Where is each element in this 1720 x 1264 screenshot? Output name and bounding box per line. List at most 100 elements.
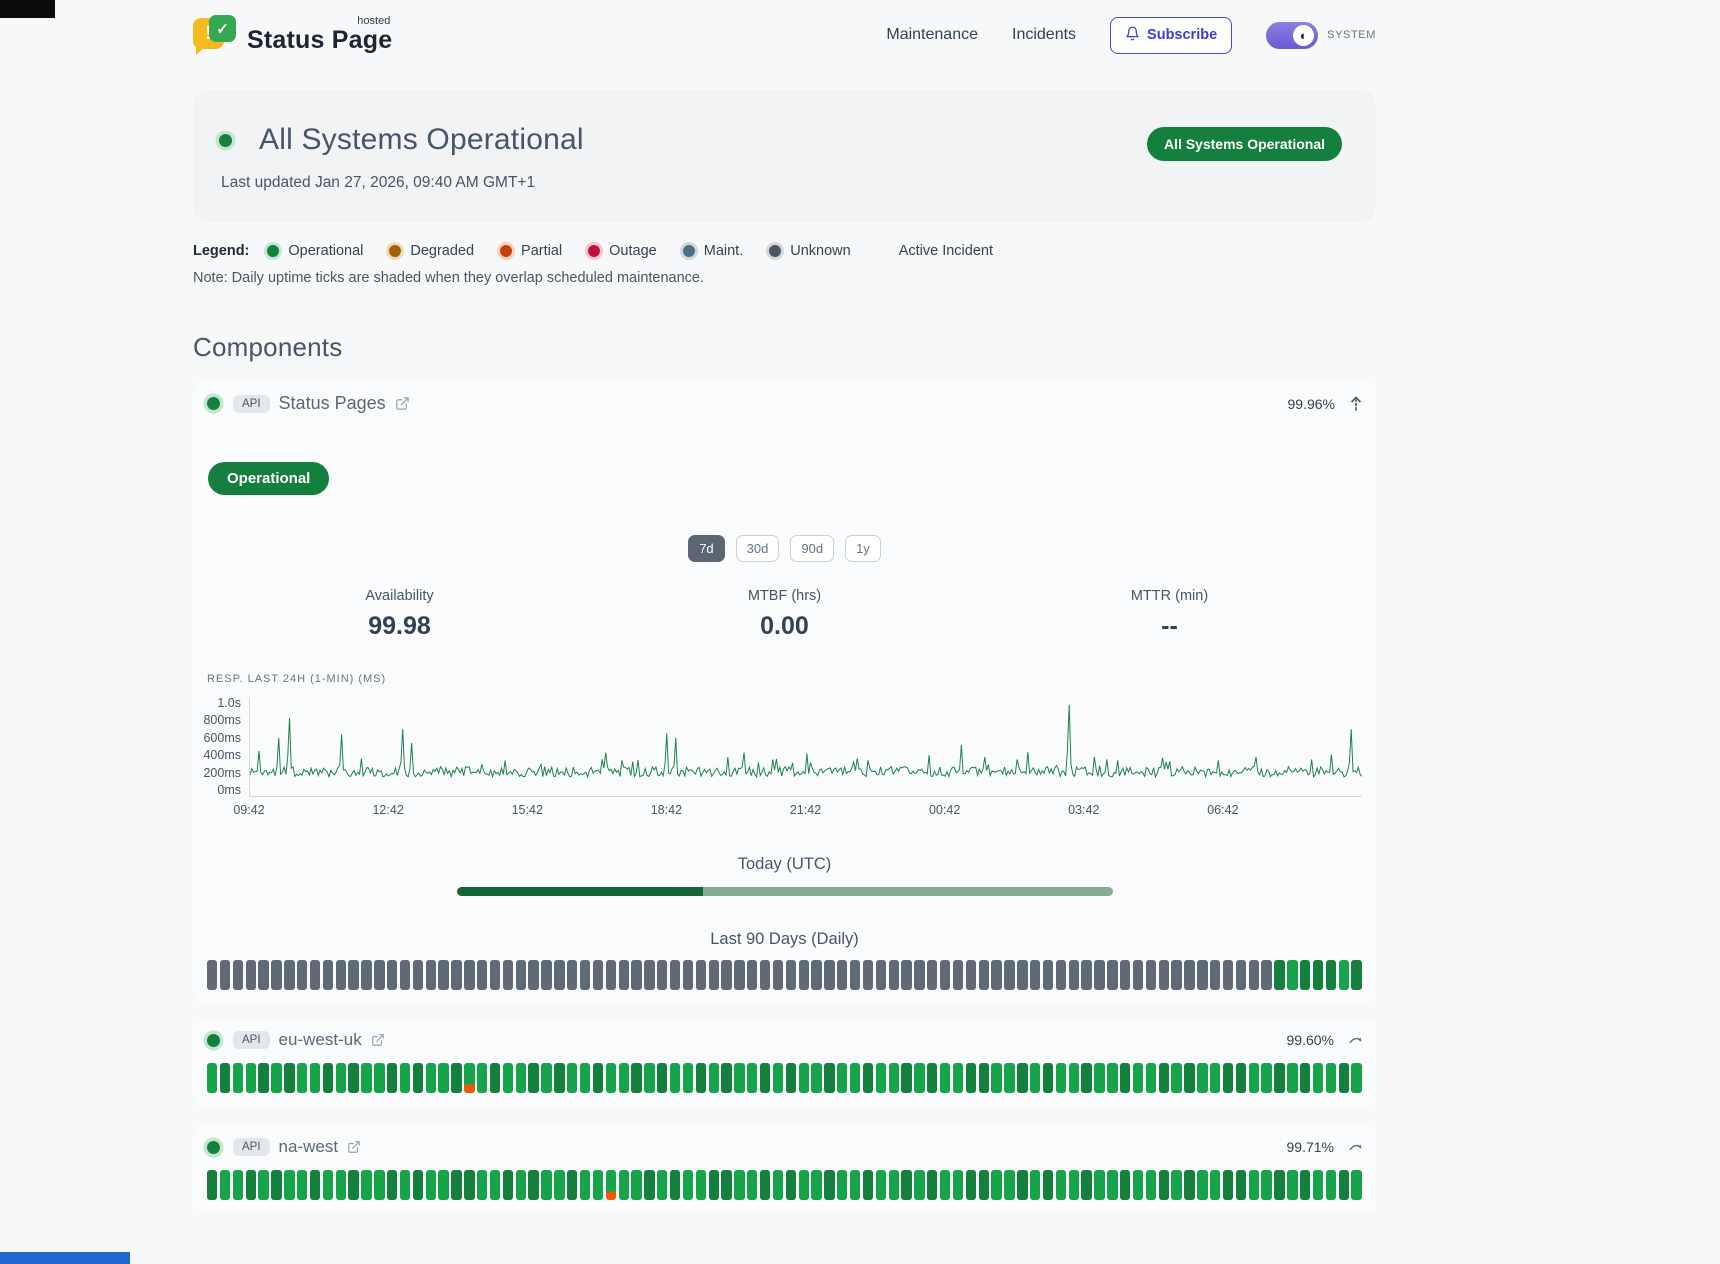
uptime-tick[interactable]	[1120, 1170, 1130, 1200]
uptime-tick[interactable]	[1017, 1063, 1027, 1093]
uptime-tick[interactable]	[657, 960, 667, 990]
uptime-tick[interactable]	[246, 1063, 256, 1093]
uptime-tick[interactable]	[1210, 1063, 1220, 1093]
uptime-tick[interactable]	[1236, 1063, 1246, 1093]
uptime-tick[interactable]	[1184, 1170, 1194, 1200]
uptime-tick[interactable]	[1017, 1170, 1027, 1200]
uptime-tick[interactable]	[1339, 1063, 1349, 1093]
uptime-tick[interactable]	[310, 960, 320, 990]
uptime-tick[interactable]	[1313, 1063, 1323, 1093]
uptime-tick[interactable]	[464, 1063, 474, 1093]
uptime-tick[interactable]	[1107, 1170, 1117, 1200]
uptime-tick[interactable]	[824, 960, 834, 990]
uptime-tick[interactable]	[760, 1170, 770, 1200]
uptime-tick[interactable]	[709, 1063, 719, 1093]
uptime-tick[interactable]	[477, 1063, 487, 1093]
uptime-tick[interactable]	[220, 960, 230, 990]
uptime-tick[interactable]	[670, 1063, 680, 1093]
uptime-tick[interactable]	[953, 1063, 963, 1093]
uptime-tick[interactable]	[503, 1170, 513, 1200]
logo[interactable]: ! ✓ hosted Status Page	[193, 15, 392, 55]
uptime-tick[interactable]	[991, 1170, 1001, 1200]
uptime-tick[interactable]	[644, 1063, 654, 1093]
uptime-tick[interactable]	[387, 1170, 397, 1200]
uptime-tick[interactable]	[1339, 1170, 1349, 1200]
uptime-tick[interactable]	[528, 1170, 538, 1200]
uptime-tick[interactable]	[1056, 1170, 1066, 1200]
uptime-tick[interactable]	[1069, 960, 1079, 990]
uptime-tick[interactable]	[271, 1063, 281, 1093]
uptime-tick[interactable]	[1223, 1170, 1233, 1200]
uptime-tick[interactable]	[528, 1063, 538, 1093]
uptime-tick[interactable]	[516, 960, 526, 990]
uptime-tick[interactable]	[799, 1063, 809, 1093]
uptime-tick[interactable]	[1261, 960, 1271, 990]
uptime-tick[interactable]	[631, 960, 641, 990]
expand-arrow-icon[interactable]	[1349, 1035, 1362, 1045]
uptime-tick[interactable]	[207, 960, 217, 990]
uptime-tick[interactable]	[297, 960, 307, 990]
uptime-tick[interactable]	[1210, 960, 1220, 990]
uptime-tick[interactable]	[220, 1063, 230, 1093]
uptime-tick[interactable]	[683, 960, 693, 990]
uptime-tick[interactable]	[1236, 1170, 1246, 1200]
collapse-arrow-icon[interactable]	[1350, 396, 1362, 411]
uptime-tick[interactable]	[284, 960, 294, 990]
uptime-tick[interactable]	[657, 1063, 667, 1093]
uptime-tick[interactable]	[966, 960, 976, 990]
uptime-tick[interactable]	[258, 960, 268, 990]
uptime-tick[interactable]	[258, 1063, 268, 1093]
uptime-tick[interactable]	[567, 1170, 577, 1200]
uptime-tick[interactable]	[786, 960, 796, 990]
uptime-tick[interactable]	[1313, 960, 1323, 990]
uptime-tick[interactable]	[374, 1063, 384, 1093]
uptime-tick[interactable]	[567, 1063, 577, 1093]
uptime-tick[interactable]	[786, 1063, 796, 1093]
uptime-tick[interactable]	[233, 1063, 243, 1093]
uptime-tick[interactable]	[1094, 1170, 1104, 1200]
uptime-tick[interactable]	[400, 960, 410, 990]
uptime-tick[interactable]	[670, 960, 680, 990]
external-link-icon[interactable]	[371, 1033, 385, 1047]
uptime-tick[interactable]	[1030, 960, 1040, 990]
uptime-tick[interactable]	[1159, 1170, 1169, 1200]
uptime-tick[interactable]	[876, 1170, 886, 1200]
uptime-tick[interactable]	[619, 1170, 629, 1200]
uptime-tick[interactable]	[1056, 1063, 1066, 1093]
uptime-tick[interactable]	[1146, 960, 1156, 990]
uptime-tick[interactable]	[1094, 960, 1104, 990]
uptime-tick[interactable]	[323, 1063, 333, 1093]
uptime-tick[interactable]	[464, 960, 474, 990]
uptime-tick[interactable]	[734, 960, 744, 990]
uptime-tick[interactable]	[1197, 960, 1207, 990]
uptime-tick[interactable]	[580, 960, 590, 990]
uptime-tick[interactable]	[246, 1170, 256, 1200]
uptime-tick[interactable]	[477, 960, 487, 990]
uptime-tick[interactable]	[619, 1063, 629, 1093]
uptime-tick[interactable]	[606, 1170, 616, 1200]
uptime-tick[interactable]	[361, 960, 371, 990]
uptime-tick[interactable]	[1056, 960, 1066, 990]
uptime-tick[interactable]	[837, 1063, 847, 1093]
uptime-tick[interactable]	[336, 960, 346, 990]
uptime-tick[interactable]	[1197, 1170, 1207, 1200]
uptime-tick[interactable]	[1236, 960, 1246, 990]
uptime-tick[interactable]	[503, 1063, 513, 1093]
uptime-tick[interactable]	[438, 960, 448, 990]
uptime-tick[interactable]	[451, 1063, 461, 1093]
uptime-tick[interactable]	[400, 1170, 410, 1200]
uptime-tick[interactable]	[284, 1063, 294, 1093]
uptime-tick[interactable]	[927, 1063, 937, 1093]
uptime-tick[interactable]	[413, 1063, 423, 1093]
uptime-tick[interactable]	[593, 1170, 603, 1200]
uptime-tick[interactable]	[1223, 1063, 1233, 1093]
uptime-tick[interactable]	[901, 1170, 911, 1200]
uptime-tick[interactable]	[1043, 1170, 1053, 1200]
uptime-tick[interactable]	[696, 1170, 706, 1200]
uptime-tick[interactable]	[837, 1170, 847, 1200]
uptime-tick[interactable]	[1120, 1063, 1130, 1093]
uptime-tick[interactable]	[593, 1063, 603, 1093]
uptime-tick[interactable]	[644, 1170, 654, 1200]
uptime-tick[interactable]	[490, 1170, 500, 1200]
uptime-tick[interactable]	[1300, 1063, 1310, 1093]
